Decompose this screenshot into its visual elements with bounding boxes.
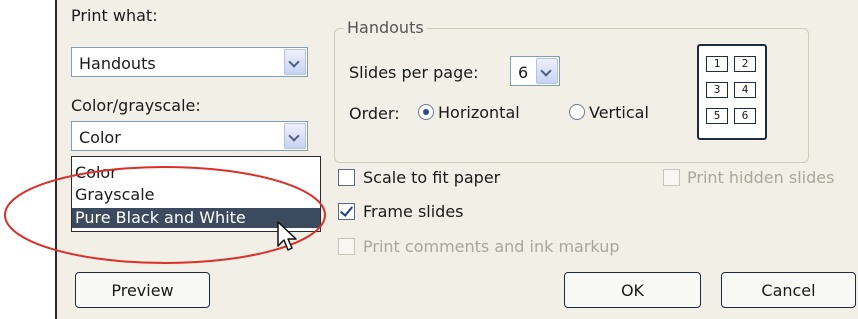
annotation-circle xyxy=(4,166,326,264)
mouse-cursor-icon xyxy=(277,221,297,251)
